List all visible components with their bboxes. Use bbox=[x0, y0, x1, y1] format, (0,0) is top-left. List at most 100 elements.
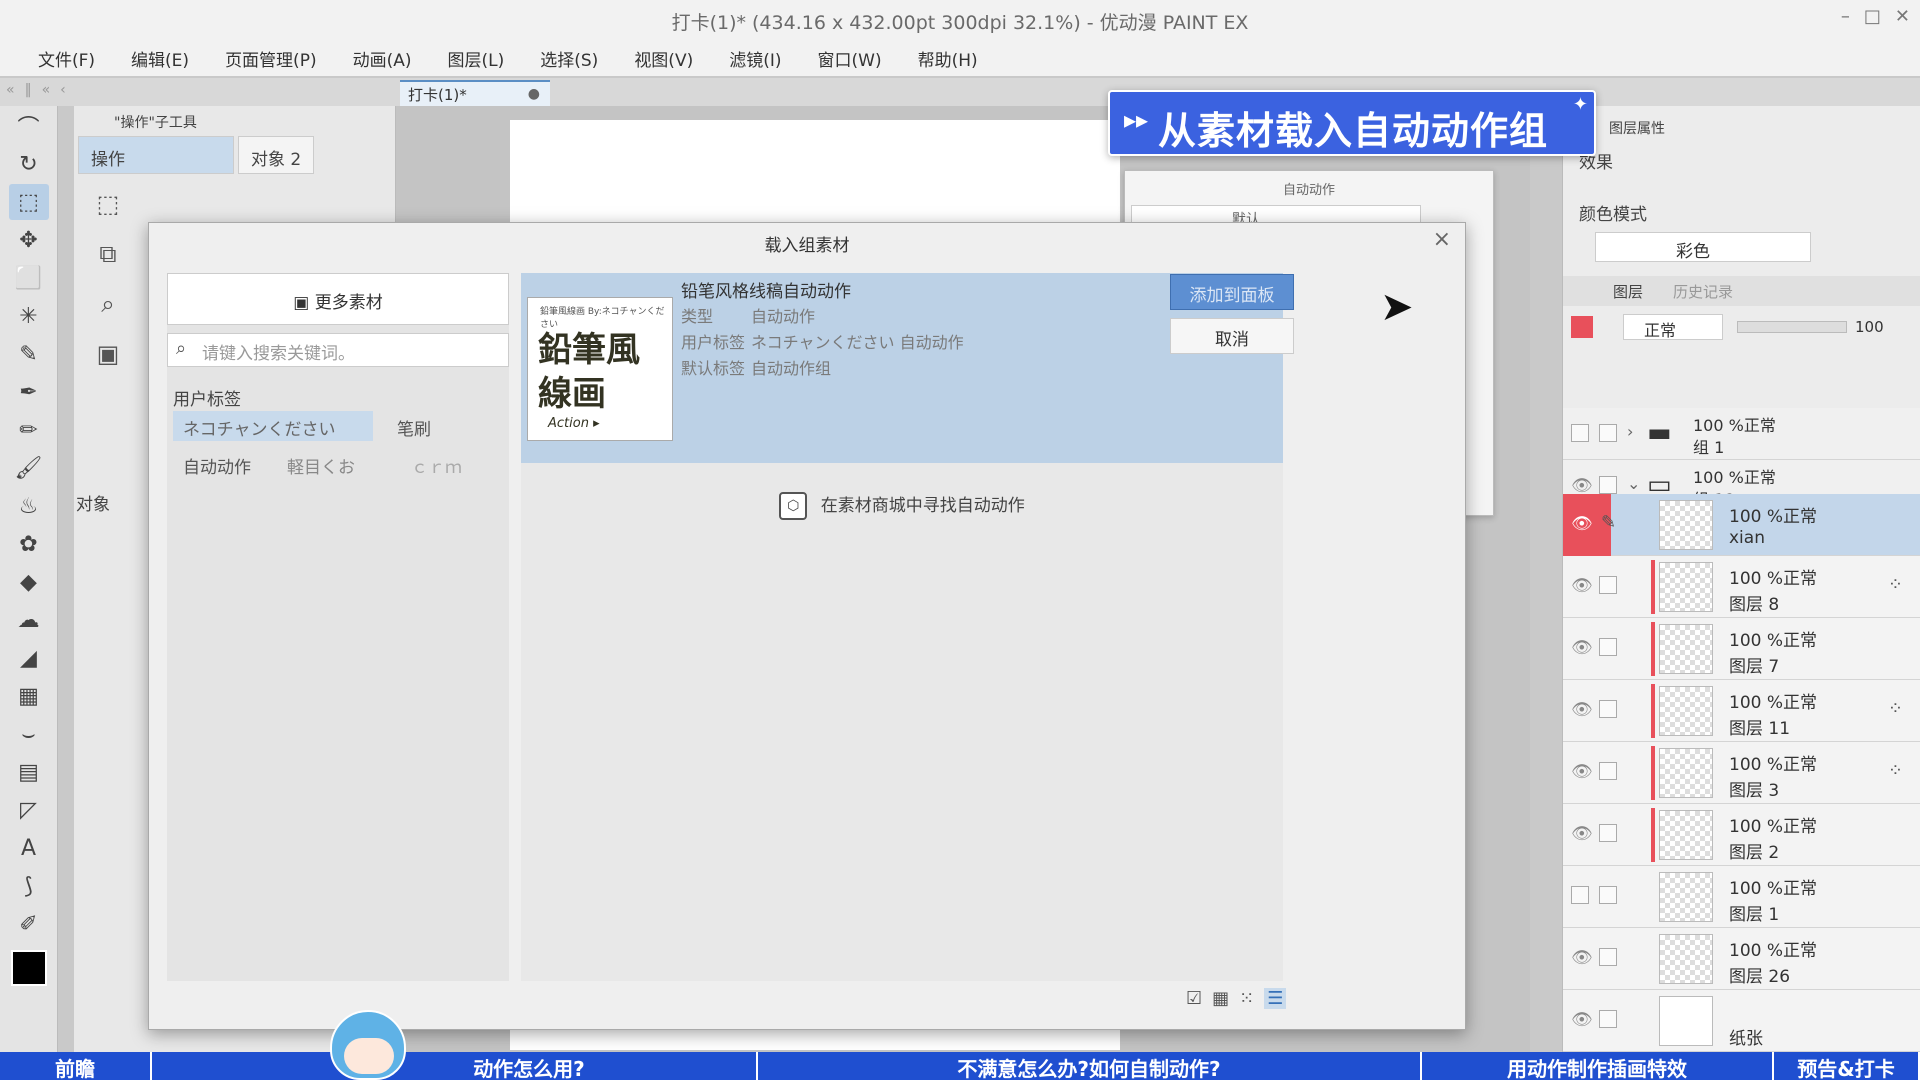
visibility-toggle[interactable] bbox=[1571, 886, 1589, 904]
chapter-custom-action[interactable]: 不满意怎么办?如何自制动作? bbox=[758, 1052, 1422, 1080]
color-mode-select[interactable]: 彩色 bbox=[1595, 232, 1811, 262]
object-select-icon[interactable]: ⬚ bbox=[80, 190, 136, 240]
eye-icon[interactable]: 👁 bbox=[1571, 700, 1593, 720]
layer-folder[interactable]: › ▬ 100 %正常 组 1 bbox=[1563, 408, 1920, 460]
chapter-preview-checkin[interactable]: 预告&打卡 bbox=[1774, 1052, 1920, 1080]
menu-page[interactable]: 页面管理(P) bbox=[211, 46, 331, 71]
pencil-tool-icon[interactable]: ✏ bbox=[9, 412, 49, 448]
visibility-toggle[interactable] bbox=[1571, 424, 1589, 442]
small-grid-icon[interactable]: ⁙ bbox=[1239, 988, 1254, 1009]
layer-row[interactable]: 👁 100 %正常 图层 3 ⁘ bbox=[1563, 742, 1920, 804]
tag-chip[interactable]: ｃｒｍ bbox=[401, 449, 472, 479]
opacity-value[interactable]: 100 bbox=[1855, 318, 1884, 336]
balloon-tool-icon[interactable]: ⟆ bbox=[9, 868, 49, 904]
maximize-button[interactable]: □ bbox=[1864, 6, 1881, 27]
layer-property-tab[interactable]: 图层属性 bbox=[1609, 118, 1665, 138]
airbrush-tool-icon[interactable]: ♨ bbox=[9, 488, 49, 524]
search-input[interactable]: ⌕ 请键入搜索关键词。 bbox=[167, 333, 509, 367]
layer-row[interactable]: 👁 100 %正常 图层 26 bbox=[1563, 928, 1920, 990]
lock-toggle[interactable] bbox=[1599, 886, 1617, 904]
layers-tab[interactable]: 图层 bbox=[1613, 281, 1643, 302]
document-tab[interactable]: 打卡(1)* ● bbox=[400, 80, 550, 106]
large-grid-icon[interactable]: ▦ bbox=[1212, 988, 1229, 1009]
eye-icon[interactable]: 👁 bbox=[1571, 638, 1593, 658]
tab-operate[interactable]: 操作 bbox=[78, 136, 234, 174]
lock-toggle[interactable] bbox=[1599, 476, 1617, 494]
blend-mode-select[interactable]: 正常 bbox=[1623, 314, 1723, 340]
opacity-slider[interactable] bbox=[1737, 321, 1847, 333]
collapse-chevron-icon[interactable]: ⌄ bbox=[1627, 474, 1640, 493]
lock-toggle[interactable] bbox=[1599, 700, 1617, 718]
figure-tool-icon[interactable]: ⌣ bbox=[9, 716, 49, 752]
brush-tool-icon[interactable]: 🖌 bbox=[9, 450, 49, 486]
eye-icon[interactable]: 👁 bbox=[1571, 948, 1593, 968]
history-tab[interactable]: 历史记录 bbox=[1673, 281, 1733, 302]
close-window-button[interactable]: ✕ bbox=[1895, 6, 1910, 27]
tag-chip[interactable]: 自动动作 bbox=[173, 449, 261, 479]
blend-tool-icon[interactable]: ☁ bbox=[9, 602, 49, 638]
menu-help[interactable]: 帮助(H) bbox=[904, 46, 992, 71]
properties-icon[interactable]: ▣ bbox=[80, 340, 136, 390]
more-materials-button[interactable]: ▣ 更多素材 bbox=[167, 273, 509, 325]
eye-icon[interactable]: 👁 bbox=[1571, 824, 1593, 844]
layer-row[interactable]: 👁 100 %正常 图层 11 ⁘ bbox=[1563, 680, 1920, 742]
eye-icon[interactable]: 👁 bbox=[1571, 762, 1593, 782]
minimize-button[interactable]: – bbox=[1841, 6, 1850, 27]
gradient-tool-icon[interactable]: ▦ bbox=[9, 678, 49, 714]
layer-color-swatch[interactable] bbox=[1571, 316, 1593, 338]
fill-tool-icon[interactable]: ◢ bbox=[9, 640, 49, 676]
menu-window[interactable]: 窗口(W) bbox=[804, 46, 896, 71]
move-tool-icon[interactable]: ✥ bbox=[9, 222, 49, 258]
layer-row[interactable]: 100 %正常 图层 1 bbox=[1563, 866, 1920, 928]
material-item-selected[interactable]: 鉛筆風線画 By:ネコチャンください 鉛筆風 線画 Action ▸ 铅笔风格线… bbox=[521, 273, 1283, 463]
text-tool-icon[interactable]: A bbox=[9, 830, 49, 866]
cancel-button[interactable]: 取消 bbox=[1170, 318, 1294, 354]
chapter-effects[interactable]: 用动作制作插画特效 bbox=[1422, 1052, 1774, 1080]
menu-select[interactable]: 选择(S) bbox=[526, 46, 612, 71]
add-to-panel-button[interactable]: 添加到面板 bbox=[1170, 274, 1294, 310]
operation-tool-icon[interactable]: ⬚ bbox=[8, 184, 49, 220]
tag-chip[interactable]: 笔刷 bbox=[387, 411, 441, 441]
eraser-tool-icon[interactable]: ◆ bbox=[9, 564, 49, 600]
collapse-arrows-icon[interactable]: «‖«‹ bbox=[6, 82, 76, 98]
lock-toggle[interactable] bbox=[1599, 638, 1617, 656]
lock-toggle[interactable] bbox=[1599, 424, 1617, 442]
pen-tool-icon[interactable]: ✒ bbox=[9, 374, 49, 410]
menu-edit[interactable]: 编辑(E) bbox=[117, 46, 203, 71]
ruler-tool-icon[interactable]: ◸ bbox=[9, 792, 49, 828]
tab-object[interactable]: 对象 2 bbox=[238, 136, 315, 174]
menu-filter[interactable]: 滤镜(I) bbox=[715, 46, 795, 71]
eye-icon[interactable]: 👁 bbox=[1571, 476, 1593, 496]
chapter-how-to-use[interactable]: 动作怎么用? bbox=[152, 1052, 758, 1080]
list-view-icon[interactable]: ☰ bbox=[1264, 988, 1287, 1009]
selection-tool-icon[interactable]: ⬜ bbox=[9, 260, 49, 296]
layer-row-selected[interactable]: 👁 ✎ 100 %正常 xian bbox=[1563, 494, 1920, 556]
main-color-swatch[interactable] bbox=[10, 950, 47, 986]
paper-layer-row[interactable]: 👁 纸张 bbox=[1563, 990, 1920, 1052]
lock-toggle[interactable] bbox=[1599, 824, 1617, 842]
lock-toggle[interactable] bbox=[1599, 1010, 1617, 1028]
chapter-preview[interactable]: 前瞻 bbox=[0, 1052, 152, 1080]
lock-toggle[interactable] bbox=[1599, 576, 1617, 594]
correct-line-tool-icon[interactable]: ✐ bbox=[9, 906, 49, 942]
menu-view[interactable]: 视图(V) bbox=[620, 46, 707, 71]
eye-icon[interactable]: 👁 bbox=[1571, 576, 1593, 596]
zoom-icon[interactable]: ⌕ bbox=[80, 290, 136, 340]
rotate-tool-icon[interactable]: ↻ bbox=[9, 146, 49, 182]
layer-row[interactable]: 👁 100 %正常 图层 7 bbox=[1563, 618, 1920, 680]
layer-select-icon[interactable]: ⧉ bbox=[80, 240, 136, 290]
tag-chip[interactable]: 軽目くお bbox=[277, 449, 365, 479]
lock-toggle[interactable] bbox=[1599, 948, 1617, 966]
menu-layer[interactable]: 图层(L) bbox=[434, 46, 519, 71]
layer-row[interactable]: 👁 100 %正常 图层 2 bbox=[1563, 804, 1920, 866]
eye-icon[interactable]: 👁 bbox=[1571, 514, 1593, 534]
lasso-tool-icon[interactable]: ⌒ bbox=[9, 108, 49, 144]
tag-chip[interactable]: ネコチャンください bbox=[173, 411, 373, 441]
menu-file[interactable]: 文件(F) bbox=[24, 46, 109, 71]
eye-icon[interactable]: 👁 bbox=[1571, 1010, 1593, 1030]
layer-row[interactable]: 👁 100 %正常 图层 8 ⁘ bbox=[1563, 556, 1920, 618]
decoration-tool-icon[interactable]: ✿ bbox=[9, 526, 49, 562]
frame-tool-icon[interactable]: ▤ bbox=[9, 754, 49, 790]
dialog-close-icon[interactable]: × bbox=[1433, 227, 1451, 252]
eyedropper-icon[interactable]: ✎ bbox=[9, 336, 49, 372]
